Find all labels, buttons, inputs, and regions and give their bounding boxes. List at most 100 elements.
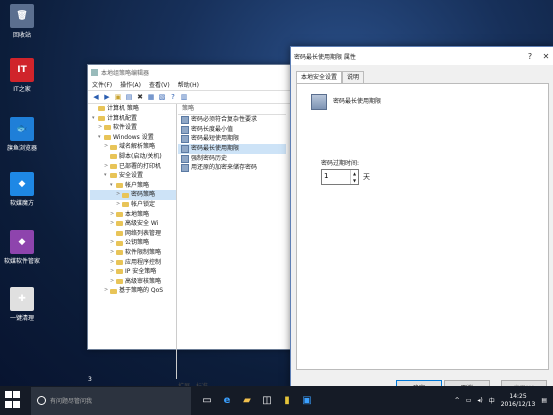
folder-icon (116, 269, 123, 275)
tree-node[interactable]: > 帐户锁定 (90, 200, 176, 210)
shortcut-label: IT之家 (13, 86, 31, 93)
desktop-shortcut[interactable]: ◆ 软媒魔方 (2, 172, 42, 207)
tree-node[interactable]: ▾ Windows 设置 (90, 133, 176, 143)
file-explorer-icon[interactable]: ▰ (237, 391, 257, 411)
desktop-shortcut[interactable]: ◆ 软媒软件管家 (2, 230, 42, 265)
folder-icon (110, 144, 117, 150)
policy-icon (181, 154, 189, 163)
tree-node[interactable]: ▾ 帐户策略 (90, 181, 176, 191)
tree-node-label: 软件限制策略 (125, 248, 162, 256)
start-button[interactable] (5, 390, 25, 411)
list-header-policy[interactable]: 策略 (178, 104, 286, 115)
desktop-shortcut[interactable]: 🐟 旗鱼浏览器 (2, 117, 42, 152)
cortana-search[interactable]: 有问题尽管问我 (31, 386, 191, 415)
tree-node[interactable]: 计算机 策略 (90, 104, 176, 114)
tree-node-label: 域名解析策略 (119, 143, 156, 151)
folder-icon (98, 106, 105, 112)
folder-icon (116, 211, 123, 217)
notification-icon[interactable]: ▤ (541, 397, 547, 404)
policy-row[interactable]: 密码长度最小值 (178, 125, 286, 135)
store-icon[interactable]: ◫ (257, 391, 277, 411)
spin-down-icon[interactable]: ▼ (351, 177, 358, 184)
tree-node[interactable]: ▾ 安全设置 (90, 171, 176, 181)
policy-row[interactable]: 用还原的加密来储存密码 (178, 163, 286, 173)
tree-node[interactable]: > 域名解析策略 (90, 142, 176, 152)
policy-row[interactable]: 密码最长使用期限 (178, 144, 286, 154)
tree-node-label: 计算机 策略 (107, 105, 139, 112)
tree-node[interactable]: ▾ 计算机配置 (90, 114, 176, 124)
policy-label: 密码必须符合复杂性要求 (191, 116, 258, 123)
tree-node[interactable]: > 基于策略的 QoS (90, 286, 176, 296)
help-button[interactable]: ? (522, 52, 538, 61)
folder-icon (116, 231, 123, 237)
task-view-icon[interactable]: ▭ (197, 391, 217, 411)
desktop-shortcut[interactable]: ✚ 一键清理 (2, 287, 42, 322)
tree-node[interactable]: > 已部署的打印机 (90, 162, 176, 172)
policy-row[interactable]: 强制密码历史 (178, 154, 286, 164)
folder-icon (116, 221, 123, 227)
shortcut-label: 软媒软件管家 (3, 258, 40, 265)
tree-node[interactable]: > 高级安全 Wi (90, 219, 176, 229)
tree-node[interactable]: 网络列表管理 (90, 229, 176, 239)
dialog-title: 密码最长使用期限 属性 (294, 53, 356, 61)
tree-node[interactable]: > 软件设置 (90, 123, 176, 133)
up-folder-icon[interactable]: ▣ (114, 93, 122, 101)
close-icon[interactable]: ✕ (538, 52, 553, 61)
desktop-shortcut[interactable]: IT IT之家 (2, 58, 42, 93)
app-icon-yellow[interactable]: ▮ (277, 391, 297, 411)
tree-node[interactable]: > 本地策略 (90, 210, 176, 220)
policy-icon (181, 125, 189, 134)
volume-icon[interactable]: ◂) (477, 397, 482, 404)
edge-icon[interactable]: e (217, 391, 237, 411)
menu-view[interactable]: 查看(V) (149, 80, 170, 89)
show-tree-icon[interactable]: ▤ (125, 93, 133, 101)
days-input[interactable] (322, 170, 350, 182)
network-icon[interactable]: ▭ (466, 397, 472, 404)
properties-icon[interactable]: ▦ (147, 93, 155, 101)
gpedit-titlebar[interactable]: 本地组策略编辑器 (88, 65, 298, 79)
tree-node[interactable]: > 软件限制策略 (90, 248, 176, 258)
tree-node[interactable]: > 公钥策略 (90, 238, 176, 248)
tree-node[interactable]: > IP 安全策略 (90, 267, 176, 277)
folder-icon (110, 288, 117, 294)
policy-row[interactable]: 密码必须符合复杂性要求 (178, 115, 286, 125)
forward-icon[interactable]: ▶ (103, 93, 111, 101)
policy-list: 策略 密码必须符合复杂性要求密码长度最小值 密码最短使用期限 密码最长使用期限 强制密… (178, 104, 286, 379)
menu-file[interactable]: 文件(F) (92, 80, 112, 89)
folder-icon (116, 240, 123, 246)
back-icon[interactable]: ◀ (92, 93, 100, 101)
app-icon (91, 68, 98, 76)
settings-panel: 密码最长使用期限 密码过期时间: ▲ ▼ 天 (296, 83, 549, 370)
export-icon[interactable]: ▧ (158, 93, 166, 101)
tree-node[interactable]: > 密码策略 (90, 190, 176, 200)
help-icon[interactable]: ? (169, 93, 177, 101)
browser-icon: 🐟 (10, 117, 34, 141)
tray-up-icon[interactable]: ^ (455, 397, 460, 404)
clock-time: 14:25 (509, 392, 527, 400)
dialog-titlebar[interactable]: 密码最长使用期限 属性 ? ✕ (291, 47, 553, 65)
menu-help[interactable]: 帮助(H) (178, 80, 199, 89)
unit-label: 天 (363, 173, 370, 181)
tree-node[interactable]: 脚本(启动/关机) (90, 152, 176, 162)
tree-node[interactable]: > 高级审核策略 (90, 277, 176, 287)
policy-icon (181, 135, 189, 144)
desktop-shortcut[interactable]: 🗑 回收站 (2, 4, 42, 39)
view-icon[interactable]: ▥ (180, 93, 188, 101)
cortana-icon (37, 396, 46, 405)
delete-icon[interactable]: ✖ (136, 93, 144, 101)
app-icon-blue[interactable]: ▣ (297, 391, 317, 411)
tree-node[interactable]: > 应用程序控制 (90, 258, 176, 268)
folder-icon (116, 183, 123, 189)
ime-indicator[interactable]: 中 (489, 396, 495, 405)
folder-icon (110, 154, 117, 160)
folder-icon (104, 135, 111, 141)
menu-action[interactable]: 操作(A) (120, 80, 141, 89)
spin-up-icon[interactable]: ▲ (351, 170, 358, 177)
tree-node-label: 密码策略 (131, 191, 156, 199)
tree-node-label: 计算机配置 (107, 114, 138, 122)
policy-label: 用还原的加密来储存密码 (191, 164, 258, 172)
policy-row[interactable]: 密码最短使用期限 (178, 134, 286, 144)
gpedit-window: 本地组策略编辑器 文件(F) 操作(A) 查看(V) 帮助(H) ◀ ▶ ▣ ▤… (87, 64, 299, 390)
clock[interactable]: 14:25 2016/12/13 (501, 393, 536, 409)
tree-node-label: 本地策略 (125, 210, 150, 218)
